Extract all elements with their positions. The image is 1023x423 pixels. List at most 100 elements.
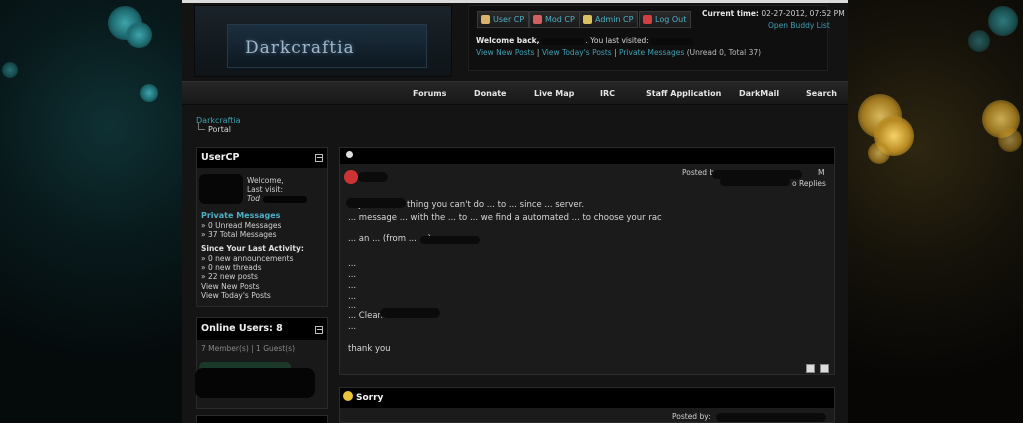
view-today-posts-link[interactable]: View Today's Posts xyxy=(542,48,612,57)
post-status-icon xyxy=(343,391,353,401)
avatar xyxy=(199,174,243,204)
redacted-username xyxy=(541,37,584,45)
redacted-online-users xyxy=(195,368,315,398)
usercp-last-visit: Last visit: xyxy=(247,185,283,194)
online-users-box: Online Users: 8 − 7 Member(s) | 1 Guest(… xyxy=(195,317,328,409)
breadcrumb: Darkcraftia Portal xyxy=(196,116,241,134)
redacted-date xyxy=(650,37,693,45)
post-title-text: Sorry xyxy=(356,393,384,403)
nav-darkmail[interactable]: DarkMail xyxy=(739,89,779,98)
current-time-label: Current time: xyxy=(702,9,759,18)
nav-staff-application[interactable]: Staff Application xyxy=(646,89,721,98)
new-announcements: » 0 new announcements xyxy=(201,254,294,263)
breadcrumb-current: Portal xyxy=(196,123,231,134)
post-line: ... an ... (from ... ...) xyxy=(348,234,431,244)
open-buddy-list-link[interactable]: Open Buddy List xyxy=(768,21,830,30)
link-separator: | xyxy=(536,48,540,57)
post-title[interactable] xyxy=(340,148,834,164)
new-threads: » 0 new threads xyxy=(201,263,262,272)
redaction-mark xyxy=(380,308,440,318)
logout-label: Log Out xyxy=(655,15,687,24)
announcement-post: Posted b M o Replies ... just to ... a t… xyxy=(339,147,835,375)
usercp-title: UserCP xyxy=(201,152,240,163)
redaction-mark xyxy=(420,236,480,244)
print-icon[interactable] xyxy=(806,364,815,373)
quick-links: View New Posts | View Today's Posts | Pr… xyxy=(476,48,761,57)
post-status-icon xyxy=(346,151,353,158)
user-icon xyxy=(481,15,490,24)
current-time-value: 02-27-2012, 07:52 PM xyxy=(761,9,845,18)
welcome-text: Welcome back, . You last visited: xyxy=(476,36,695,45)
bokeh-dot xyxy=(998,128,1022,152)
private-messages-link[interactable]: Private Messages xyxy=(619,48,684,57)
main-nav: Forums Donate Live Map IRC Staff Applica… xyxy=(182,81,848,105)
private-messages-title[interactable]: Private Messages xyxy=(201,211,280,220)
welcome-suffix: . You last visited: xyxy=(585,36,649,45)
posted-by: Posted by: xyxy=(672,412,711,421)
usercp-button[interactable]: User CP xyxy=(477,11,530,28)
pm-counts: (Unread 0, Total 37) xyxy=(686,48,762,57)
header: Darkcraftia User CP Mod CP Admin CP Log … xyxy=(182,3,848,81)
usercp-today: Tod xyxy=(247,194,261,203)
forum-container: Darkcraftia User CP Mod CP Admin CP Log … xyxy=(182,3,848,423)
members-guests-count: 7 Member(s) | 1 Guest(s) xyxy=(201,344,296,353)
redacted-time xyxy=(263,196,307,203)
usercp-box: UserCP − Welcome, Last visit: Tod Privat… xyxy=(196,147,328,307)
nav-donate[interactable]: Donate xyxy=(474,89,506,98)
unread-messages: » 0 Unread Messages xyxy=(201,221,282,230)
post-line: ... message ... with the ... to ... we f… xyxy=(348,213,662,223)
new-posts: » 22 new posts xyxy=(201,272,258,281)
bokeh-dot xyxy=(968,30,990,52)
link-separator: | xyxy=(614,48,617,57)
nav-forums[interactable]: Forums xyxy=(413,89,446,98)
view-new-posts-link[interactable]: View New Posts xyxy=(476,48,535,57)
bokeh-dot xyxy=(988,6,1018,36)
logo-banner[interactable]: Darkcraftia xyxy=(194,5,452,77)
usercp-header: UserCP − xyxy=(197,148,327,168)
post-line: ... xyxy=(348,281,357,291)
usercp-welcome: Welcome, xyxy=(247,176,284,185)
since-last-activity-title: Since Your Last Activity: xyxy=(201,244,304,253)
post-time-tail: M xyxy=(818,168,825,177)
admincp-label: Admin CP xyxy=(595,15,634,24)
modcp-label: Mod CP xyxy=(545,15,575,24)
admincp-button[interactable]: Admin CP xyxy=(579,11,639,28)
redaction-mark xyxy=(346,198,406,208)
site-logo: Darkcraftia xyxy=(245,38,355,58)
author-avatar-icon xyxy=(344,170,358,184)
redacted-date xyxy=(720,178,790,186)
post-closing: thank you xyxy=(348,344,391,354)
welcome-prefix: Welcome back, xyxy=(476,36,540,45)
nav-live-map[interactable]: Live Map xyxy=(534,89,574,98)
sidebar-view-new-posts[interactable]: View New Posts xyxy=(201,282,260,291)
bokeh-dot xyxy=(868,142,890,164)
replies-link[interactable]: o Replies xyxy=(792,179,826,188)
last-visit-line: Last visit: xyxy=(247,185,283,194)
collapse-icon[interactable]: − xyxy=(315,154,323,162)
wand-icon xyxy=(583,15,592,24)
redacted-poster xyxy=(716,413,826,422)
post-line: ... xyxy=(348,322,357,332)
sorry-post: Sorry Posted by: xyxy=(339,387,835,423)
post-title[interactable]: Sorry xyxy=(340,388,834,408)
online-users-header: Online Users: 8 − xyxy=(197,318,327,340)
online-users-title: Online Users: 8 xyxy=(201,323,283,334)
next-sidebar-box xyxy=(196,415,328,423)
post-line: ... xyxy=(348,301,357,311)
posted-by: Posted b xyxy=(682,168,715,177)
today-line: Tod xyxy=(247,194,260,203)
modcp-button[interactable]: Mod CP xyxy=(529,11,580,28)
logout-button[interactable]: Log Out xyxy=(639,11,692,28)
nav-irc[interactable]: IRC xyxy=(600,89,615,98)
welcome-line: Welcome, xyxy=(247,176,284,185)
sidebar-view-today-posts[interactable]: View Today's Posts xyxy=(201,291,271,300)
redacted-author xyxy=(358,172,388,182)
post-line: ... xyxy=(348,259,357,269)
post-line: ... xyxy=(348,270,357,280)
bokeh-dot xyxy=(140,84,158,102)
nav-search[interactable]: Search xyxy=(806,89,837,98)
current-time: Current time: 02-27-2012, 07:52 PM xyxy=(702,9,845,18)
email-icon[interactable] xyxy=(820,364,829,373)
total-messages: » 37 Total Messages xyxy=(201,230,277,239)
collapse-icon[interactable]: − xyxy=(315,326,323,334)
